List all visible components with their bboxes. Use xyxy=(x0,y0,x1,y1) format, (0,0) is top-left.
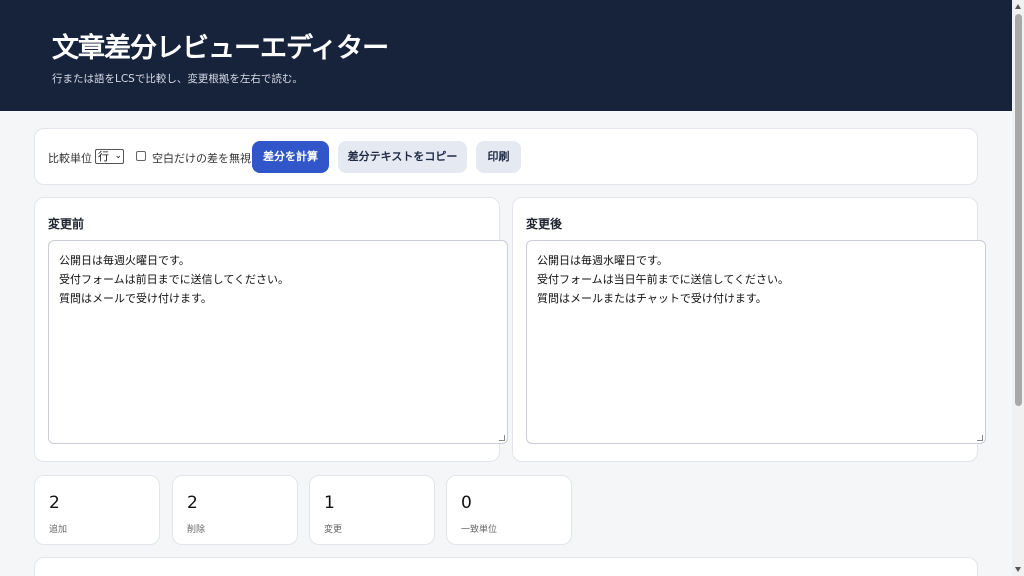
before-panel: 変更前 公開日は毎週火曜日です。 受付フォームは前日までに送信してください。 質… xyxy=(34,197,508,462)
stat-changed: 1 変更 xyxy=(309,475,435,545)
page-scrollbar[interactable] xyxy=(1012,0,1024,576)
scroll-down-icon[interactable] xyxy=(1015,567,1021,572)
app-header: 文章差分レビューエディター 行または語をLCSで比較し、変更根拠を左右で読む。 xyxy=(0,0,1012,111)
after-line: 公開日は毎週水曜日です。 xyxy=(537,254,668,267)
after-panel: 変更後 公開日は毎週水曜日です。 受付フォームは当日午前までに送信してください。… xyxy=(512,197,986,462)
scroll-up-icon[interactable] xyxy=(1015,4,1021,9)
unit-select-value: 行 xyxy=(98,150,109,163)
stat-label: 一致単位 xyxy=(461,525,498,535)
before-textarea[interactable]: 公開日は毎週火曜日です。 受付フォームは前日までに送信してください。 質問はメー… xyxy=(48,240,508,444)
print-button[interactable]: 印刷 xyxy=(476,141,521,173)
after-title: 変更後 xyxy=(526,217,563,231)
stat-label: 削除 xyxy=(187,525,206,535)
ignore-whitespace-checkbox[interactable] xyxy=(136,151,146,161)
after-line: 受付フォームは当日午前までに送信してください。 xyxy=(537,273,790,286)
stat-value: 1 xyxy=(324,493,335,513)
stat-label: 変更 xyxy=(324,525,343,535)
chevron-down-icon: ⌄ xyxy=(114,151,122,161)
unit-label: 比較単位 xyxy=(48,152,92,165)
stat-added: 2 追加 xyxy=(34,475,160,545)
scrollbar-thumb[interactable] xyxy=(1015,14,1022,406)
before-line: 公開日は毎週火曜日です。 xyxy=(59,254,190,267)
after-line: 質問はメールまたはチャットで受け付けます。 xyxy=(537,292,767,305)
stat-value: 2 xyxy=(187,493,198,513)
page-subtitle: 行または語をLCSで比較し、変更根拠を左右で読む。 xyxy=(52,73,303,85)
stat-matched: 0 一致単位 xyxy=(446,475,572,545)
unit-select[interactable]: 行 ⌄ xyxy=(95,149,124,164)
toolbar: 比較単位 行 ⌄ 空白だけの差を無視 差分を計算 差分テキストをコピー 印刷 xyxy=(34,128,978,185)
stat-value: 2 xyxy=(49,493,60,513)
page-title: 文章差分レビューエディター xyxy=(52,33,389,64)
diff-results-panel xyxy=(34,557,978,576)
before-line: 質問はメールで受け付けます。 xyxy=(59,292,212,305)
stat-removed: 2 削除 xyxy=(172,475,298,545)
ignore-whitespace-label[interactable]: 空白だけの差を無視 xyxy=(152,150,251,166)
copy-diff-button[interactable]: 差分テキストをコピー xyxy=(338,141,467,173)
resize-handle[interactable] xyxy=(977,435,983,441)
compute-diff-button[interactable]: 差分を計算 xyxy=(252,141,329,173)
before-title: 変更前 xyxy=(48,217,85,231)
before-line: 受付フォームは前日までに送信してください。 xyxy=(59,273,290,286)
stat-label: 追加 xyxy=(49,525,68,535)
resize-handle[interactable] xyxy=(499,435,505,441)
stat-value: 0 xyxy=(461,493,472,513)
after-textarea[interactable]: 公開日は毎週水曜日です。 受付フォームは当日午前までに送信してください。 質問は… xyxy=(526,240,986,444)
